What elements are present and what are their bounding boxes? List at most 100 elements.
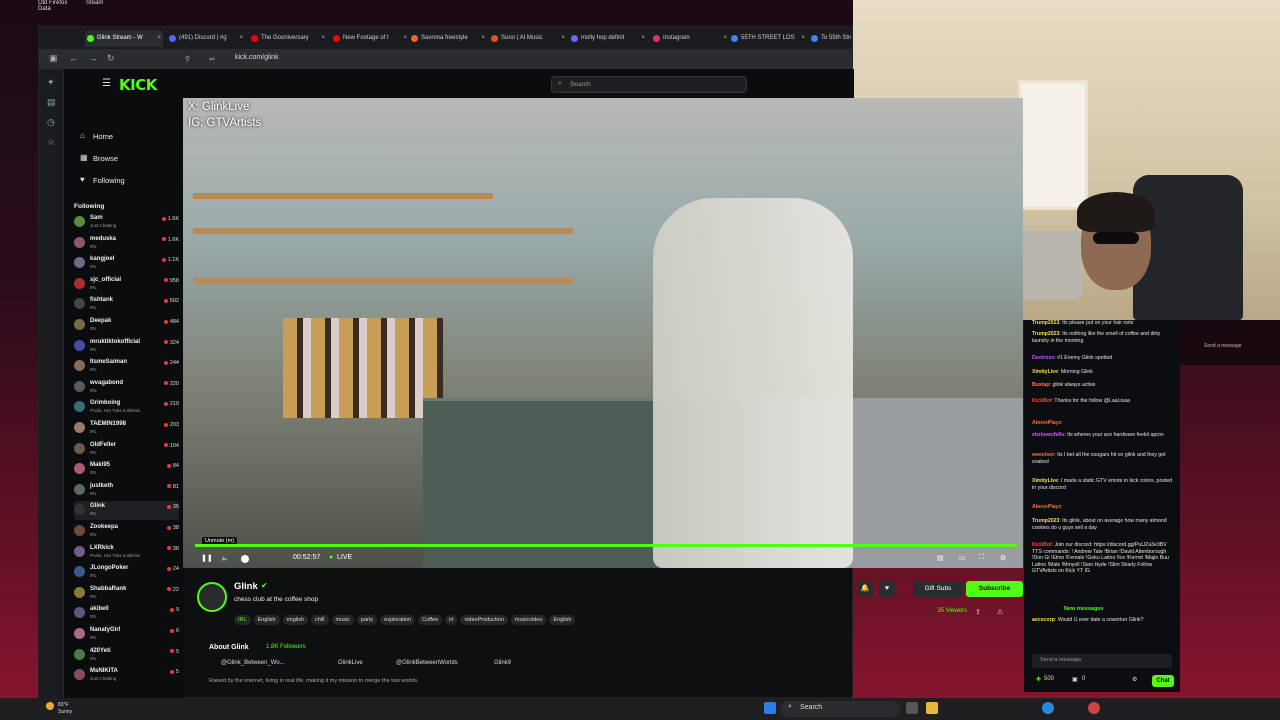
following-item[interactable]: OldFeller IRL 104 (74, 440, 179, 459)
sidebar-bookmark-icon[interactable]: ▤ (47, 97, 56, 108)
chat-username[interactable]: weeeboo (1032, 452, 1054, 458)
stream-tag[interactable]: Coffee (418, 615, 443, 625)
follow-heart-icon[interactable]: ♥ (879, 581, 895, 597)
social-discord-link[interactable]: Glink9 (494, 660, 511, 666)
following-item[interactable]: sjc_official IRL 958 (74, 275, 179, 294)
browser-tab[interactable]: (491) Discord | #g × (167, 30, 245, 47)
sidebar-toggle-icon[interactable]: ▣ (49, 53, 58, 64)
browser-tab[interactable]: 55TH STREET LOS × (729, 30, 807, 47)
share-icon[interactable]: ⇪ (975, 608, 981, 616)
start-menu-icon[interactable] (764, 702, 776, 714)
chat-username[interactable]: KickBot (1032, 542, 1052, 548)
following-item[interactable]: meduska IRL 1.6K (74, 234, 179, 253)
desktop-icon-steam[interactable]: Steam (86, 0, 103, 6)
social-instagram-link[interactable]: @Glink_Between_Wo... (221, 660, 285, 666)
stream-tag[interactable]: IRL (234, 615, 251, 625)
browser-tab[interactable]: Suno | AI Music × (489, 30, 567, 47)
browser-tab[interactable]: To 55th Stre (809, 30, 851, 47)
tab-close-icon[interactable]: × (641, 30, 645, 47)
report-icon[interactable]: ⚠ (997, 608, 1003, 616)
chat-username[interactable]: AbovePlayz (1032, 420, 1061, 426)
app-icon[interactable] (1088, 702, 1100, 714)
nav-following[interactable]: ♥ Following (80, 175, 125, 185)
stream-tag[interactable]: musicvideo (510, 615, 547, 625)
browser-tab[interactable]: New Footage of I × (331, 30, 409, 47)
search-input[interactable]: ⌕ Search (551, 76, 747, 93)
chat-username[interactable]: aecscorp (1032, 617, 1055, 623)
following-item[interactable]: Sam Just Chatting 1.6K (74, 213, 179, 232)
gift-subs-button[interactable]: Gift Subs (913, 581, 963, 597)
tab-close-icon[interactable]: × (561, 30, 565, 47)
file-explorer-icon[interactable] (926, 702, 938, 714)
tab-close-icon[interactable]: × (723, 30, 727, 47)
desktop-icon-firefox-data[interactable]: Old Firefox Data (38, 0, 78, 12)
subscribe-button[interactable]: Subscribe (966, 581, 1023, 597)
following-item[interactable]: fishtank IRL 502 (74, 295, 179, 314)
following-item[interactable]: LXRkick Pools, Hot Tubs & Bikinis 38 (74, 543, 179, 562)
tune-icon[interactable]: ⇌ (209, 55, 215, 63)
tab-close-icon[interactable]: × (403, 30, 407, 47)
mute-icon[interactable]: 🔈 (221, 554, 230, 562)
following-item[interactable]: JLongoPoker IRL 24 (74, 563, 179, 582)
kick-logo[interactable]: KICK (119, 76, 157, 94)
edge-icon[interactable] (1042, 702, 1054, 714)
site-info-icon[interactable]: ⚲ (185, 55, 190, 63)
volume-slider-handle[interactable] (241, 555, 249, 563)
stream-tag[interactable]: English (549, 615, 576, 625)
following-item[interactable]: mruktiktokofficial IRL 324 (74, 337, 179, 356)
chat-send-button[interactable]: Chat (1152, 675, 1174, 687)
taskbar-search[interactable]: ⌕ Search (780, 701, 900, 717)
following-item[interactable]: kangjoel IRL 1.1K (74, 254, 179, 273)
following-item[interactable]: ItsmeSaiman IRL 244 (74, 357, 179, 376)
following-item[interactable]: Grimboing Pools, Hot Tubs & Bikinis 219 (74, 398, 179, 417)
following-item[interactable]: akibell IRL 9 (74, 604, 179, 623)
browser-tab[interactable]: Savrona freestyle × (409, 30, 487, 47)
video-progress-bar[interactable] (195, 544, 1017, 547)
browser-tab[interactable]: The Gooniversary × (249, 30, 327, 47)
stream-tag[interactable]: party (356, 615, 378, 625)
chat-input[interactable]: Send a message (1032, 654, 1172, 668)
stream-tag[interactable]: videoProduction (460, 615, 508, 625)
forward-icon[interactable]: → (89, 53, 98, 63)
url-field[interactable]: kick.com/glink (235, 54, 279, 61)
social-x-link[interactable]: GlinkLive (338, 660, 363, 666)
weather-widget[interactable]: 83°F Sunny (46, 702, 72, 715)
channel-avatar[interactable] (197, 582, 227, 612)
theater-mode-icon[interactable]: ▭ (959, 554, 966, 562)
tab-close-icon[interactable]: × (321, 30, 325, 47)
chat-username[interactable]: Trump2023 (1032, 331, 1059, 337)
following-item[interactable]: justketh IRL 81 (74, 481, 179, 500)
stream-tag[interactable]: irl (445, 615, 458, 625)
sidebar-history-icon[interactable]: ◷ (47, 117, 55, 128)
video-player[interactable] (183, 98, 1023, 568)
chat-username[interactable]: KickBot (1032, 398, 1052, 404)
tab-close-icon[interactable]: × (801, 30, 805, 47)
clip-icon[interactable]: ▤ (937, 554, 944, 562)
following-item[interactable]: ShabbaRank IRL 22 (74, 584, 179, 603)
chat-username[interactable]: XimityLive (1032, 369, 1058, 375)
settings-icon[interactable]: ⚙ (1000, 554, 1006, 562)
pause-icon[interactable]: ❚❚ (201, 554, 213, 562)
following-item[interactable]: 420Yeti IRL 5 (74, 646, 179, 665)
stream-tag[interactable]: English (253, 615, 280, 625)
fullscreen-icon[interactable]: ⛶ (979, 554, 984, 562)
chat-username[interactable]: Trump2023 (1032, 320, 1059, 326)
reload-icon[interactable]: ↻ (107, 53, 115, 64)
task-view-icon[interactable] (906, 702, 918, 714)
following-item[interactable]: MsNIKITA Just Chatting 5 (74, 666, 179, 685)
sidebar-favorites-icon[interactable]: ☆ (47, 137, 55, 148)
following-item[interactable]: wvagabond IRL 220 (74, 378, 179, 397)
tab-close-icon[interactable]: × (239, 30, 243, 47)
chat-username[interactable]: Buxtap (1032, 382, 1050, 388)
new-messages-banner[interactable]: New messages (1064, 606, 1103, 612)
stream-tag[interactable]: chill (311, 615, 329, 625)
nav-home[interactable]: ⌂ Home (80, 131, 113, 141)
chat-username[interactable]: Dextroxx (1032, 355, 1054, 361)
nav-browse[interactable]: ▦ Browse (80, 153, 118, 163)
sidebar-ai-icon[interactable]: ✦ (47, 77, 55, 88)
browser-tab[interactable]: Instagram × (651, 30, 729, 47)
chat-username[interactable]: AbovePlayz (1032, 504, 1061, 510)
back-icon[interactable]: ← (69, 53, 78, 63)
notification-bell-icon[interactable]: 🔔 (857, 581, 873, 597)
browser-tab[interactable]: molly hop definit × (569, 30, 647, 47)
